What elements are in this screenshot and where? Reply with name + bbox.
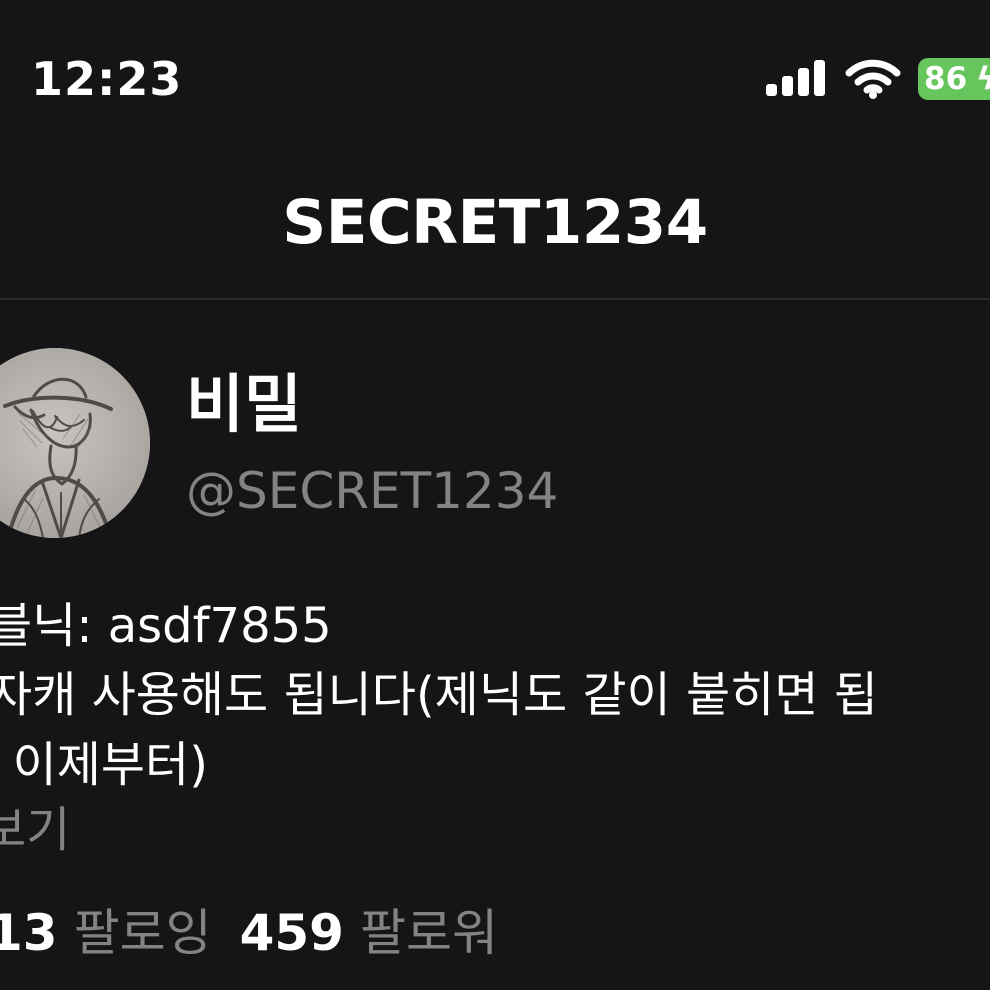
avatar-sketch-image (0, 348, 150, 538)
followers-label[interactable]: 팔로워 (360, 904, 498, 962)
bio-more-link[interactable]: 보기 (0, 799, 70, 861)
display-name: 비밀 (186, 368, 302, 441)
signal-icon (766, 60, 826, 96)
bio-line: 블닉: asdf7855 (0, 598, 332, 654)
battery-charging-icon: ϟ (976, 61, 990, 97)
battery-indicator: 86 ϟ (918, 58, 990, 100)
following-label[interactable]: 팔로잉 (74, 904, 212, 962)
profile-handle: @SECRET1234 (186, 462, 559, 520)
battery-level: 86 (924, 61, 968, 97)
followers-count[interactable]: 459 (240, 904, 344, 962)
wifi-icon (845, 59, 901, 99)
following-count[interactable]: 13 (0, 904, 58, 962)
bio-line: - 이제부터) (0, 737, 208, 793)
follow-stats: 13 팔로잉 459 팔로워 (0, 900, 526, 966)
bio-line: 자캐 사용해도 됩니다(제닉도 같이 붙히면 됩 (0, 667, 878, 723)
page-title: SECRET1234 (282, 187, 708, 258)
header-divider (0, 298, 990, 300)
profile-screen: 12:23 86 ϟ SECRET1234 비밀 @SECRET1234 블닉:… (0, 0, 990, 990)
status-time: 12:23 (31, 52, 183, 106)
avatar[interactable] (0, 348, 150, 538)
